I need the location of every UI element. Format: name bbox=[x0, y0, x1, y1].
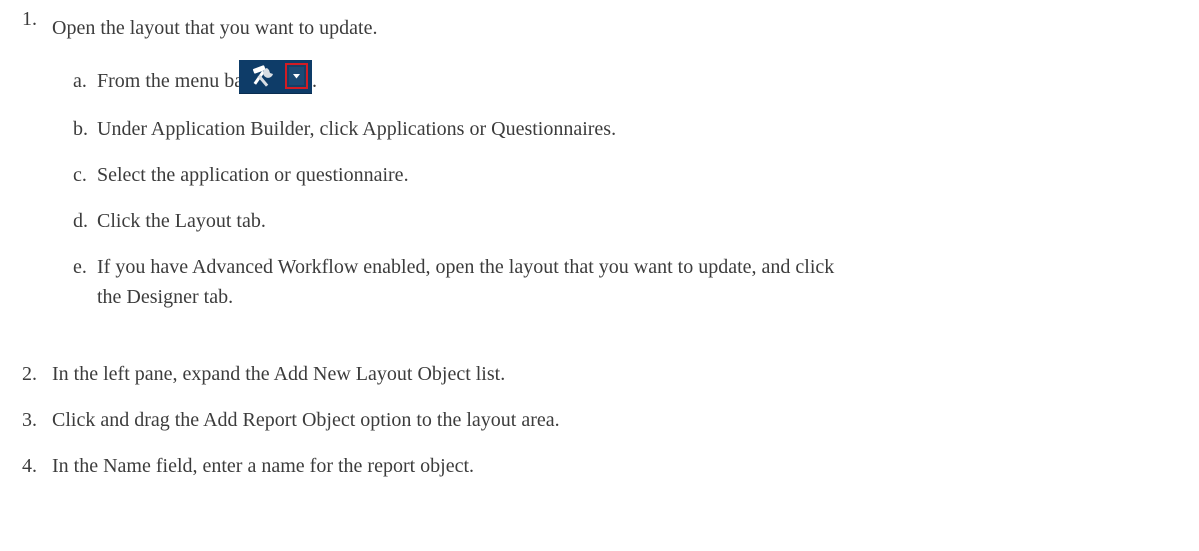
step-1: 1. Open the layout that you want to updat… bbox=[22, 8, 378, 42]
procedure-document: 1. Open the layout that you want to updat… bbox=[0, 0, 1199, 551]
substep-letter: c. bbox=[73, 164, 87, 186]
substep-text: Click the Layout tab. bbox=[97, 210, 266, 232]
tools-menu-button bbox=[239, 60, 312, 94]
step-number: 2. bbox=[22, 363, 37, 385]
step-text: Click and drag the Add Report Object opt… bbox=[52, 409, 560, 431]
step-text: Open the layout that you want to update. bbox=[52, 17, 378, 39]
substep-text-continued: the Designer tab. bbox=[97, 286, 234, 308]
step-3: 3. Click and drag the Add Report Object o… bbox=[22, 406, 560, 434]
substep-c: c. Select the application or questionnair… bbox=[73, 161, 409, 189]
substep-d: d. Click the Layout tab. bbox=[73, 207, 266, 235]
substep-letter: d. bbox=[73, 210, 88, 232]
substep-text: Select the application or questionnaire. bbox=[97, 164, 409, 186]
dropdown-highlight bbox=[285, 63, 308, 89]
substep-e: e. If you have Advanced Workflow enabled,… bbox=[73, 253, 834, 281]
substep-letter: b. bbox=[73, 118, 88, 140]
substep-letter: a. bbox=[73, 70, 87, 92]
chevron-down-icon bbox=[293, 74, 300, 79]
substep-letter: e. bbox=[73, 256, 87, 278]
step-number: 4. bbox=[22, 455, 37, 477]
substep-b: b. Under Application Builder, click Appli… bbox=[73, 115, 616, 143]
step-text: In the left pane, expand the Add New Lay… bbox=[52, 363, 506, 385]
step-4: 4. In the Name field, enter a name for th… bbox=[22, 452, 474, 480]
step-2: 2. In the left pane, expand the Add New L… bbox=[22, 360, 505, 388]
substep-text: If you have Advanced Workflow enabled, o… bbox=[97, 256, 835, 278]
step-number: 1. bbox=[22, 8, 37, 30]
substep-text: Under Application Builder, click Applica… bbox=[97, 118, 617, 140]
wrench-hammer-icon bbox=[252, 65, 273, 87]
substep-text-end: . bbox=[312, 70, 317, 92]
step-text: In the Name field, enter a name for the … bbox=[52, 455, 475, 477]
step-number: 3. bbox=[22, 409, 37, 431]
